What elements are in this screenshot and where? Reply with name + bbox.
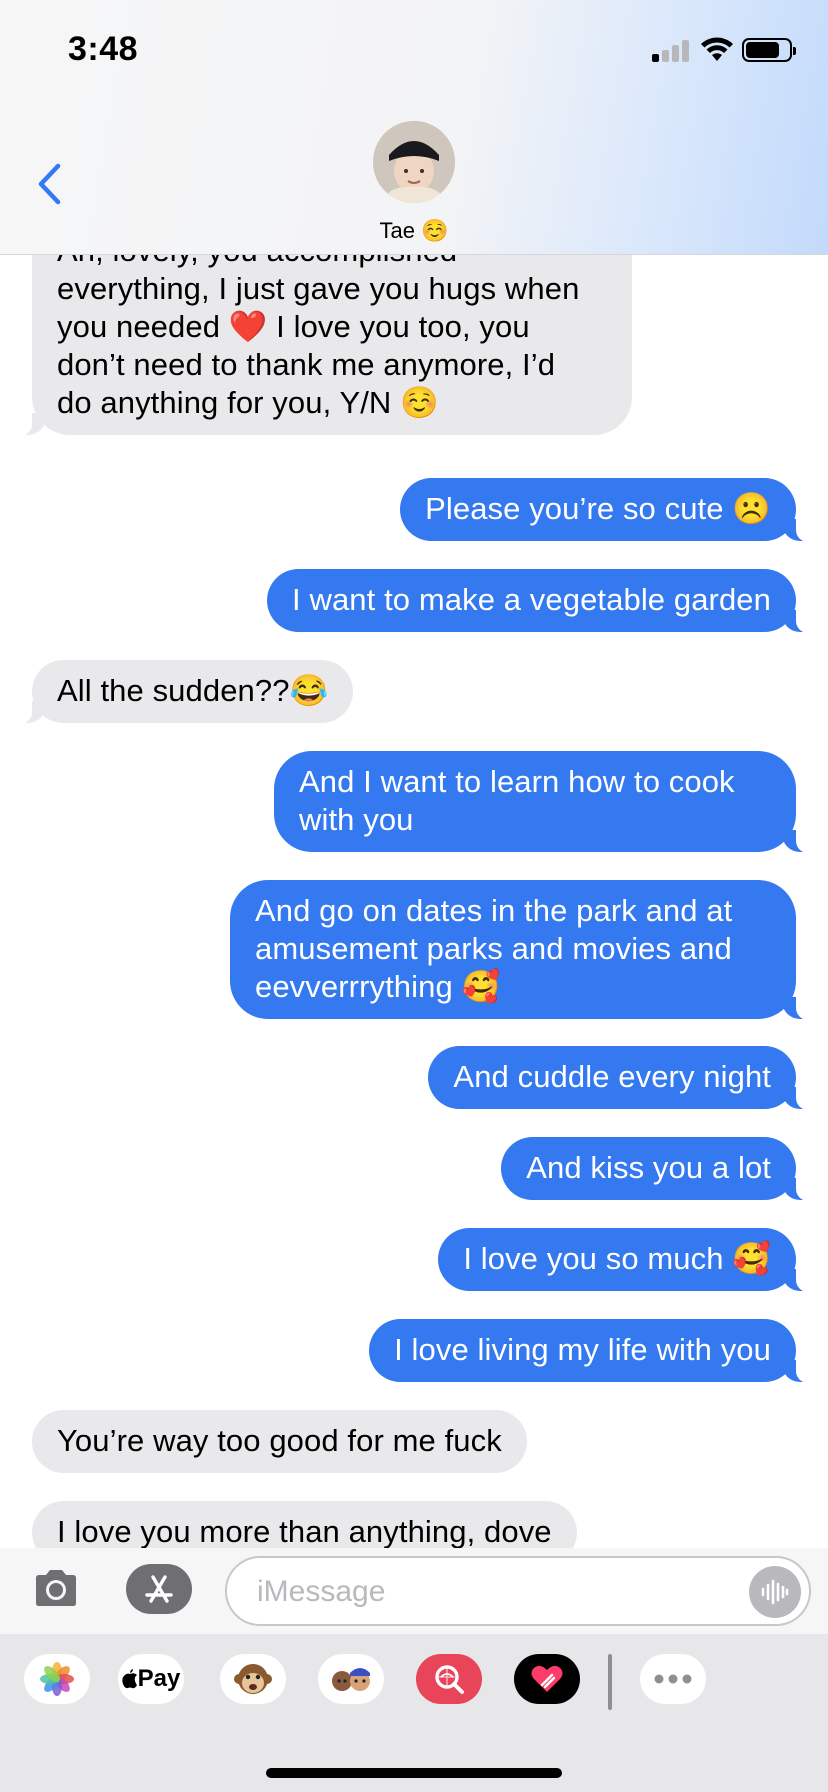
animoji-button[interactable] xyxy=(220,1654,286,1704)
compose-bar: iMessage xyxy=(0,1548,828,1634)
message-input-placeholder: iMessage xyxy=(257,1575,386,1608)
more-icon xyxy=(654,1674,692,1684)
app-store-button[interactable] xyxy=(126,1564,192,1614)
battery-icon xyxy=(742,38,796,62)
memoji-stickers-button[interactable] xyxy=(318,1654,384,1704)
message-text: Ah, lovely, you accomplished everything,… xyxy=(57,238,580,420)
message-bubble-incoming[interactable]: I love you more than anything, dove xyxy=(32,1501,577,1548)
apple-pay-button[interactable]: Pay xyxy=(118,1654,184,1704)
photos-app-button[interactable] xyxy=(24,1654,90,1704)
message-text: I love you more than anything, dove xyxy=(57,1514,552,1548)
message-bubble-outgoing[interactable]: And go on dates in the park and at amuse… xyxy=(230,880,818,1020)
conversation-header: 3:48 Tae ☺️ xyxy=(0,0,828,255)
app-store-icon xyxy=(145,1575,173,1603)
message-bubble-outgoing[interactable]: And kiss you a lot xyxy=(501,1137,818,1201)
camera-button[interactable] xyxy=(32,1568,80,1608)
apple-logo-icon xyxy=(121,1669,137,1689)
contact-name[interactable]: Tae ☺️ xyxy=(0,218,828,244)
image-search-button[interactable] xyxy=(416,1654,482,1704)
chevron-left-icon xyxy=(38,163,61,205)
message-bubble-outgoing[interactable]: And I want to learn how to cook with you xyxy=(274,751,818,853)
message-bubble-outgoing[interactable]: Please you’re so cute ☹️ xyxy=(400,478,818,542)
monkey-memoji-icon xyxy=(234,1664,272,1694)
message-bubble-incoming[interactable]: Ah, lovely, you accomplished everything,… xyxy=(10,238,632,436)
message-bubble-outgoing[interactable]: I love you so much 🥰 xyxy=(438,1228,818,1292)
message-text: Please you’re so cute ☹️ xyxy=(425,491,771,526)
message-text: And go on dates in the park and at amuse… xyxy=(255,893,733,1004)
message-bubble-incoming[interactable]: You’re way too good for me fuck xyxy=(32,1410,527,1473)
memoji-icon xyxy=(332,1668,370,1691)
message-text: I want to make a vegetable garden xyxy=(292,582,771,617)
digital-touch-icon xyxy=(531,1665,563,1692)
status-time: 3:48 xyxy=(68,30,139,68)
back-button[interactable] xyxy=(30,162,70,206)
message-text: And cuddle every night xyxy=(453,1059,771,1094)
message-text: And kiss you a lot xyxy=(526,1150,771,1185)
message-bubble-outgoing[interactable]: And cuddle every night xyxy=(428,1046,818,1110)
message-text: All the sudden??😂 xyxy=(57,673,329,708)
message-bubble-outgoing[interactable]: I want to make a vegetable garden xyxy=(267,569,818,633)
audio-message-button[interactable] xyxy=(749,1566,801,1618)
digital-touch-button[interactable] xyxy=(514,1654,580,1704)
home-indicator[interactable] xyxy=(266,1768,562,1778)
contact-avatar[interactable] xyxy=(373,121,455,203)
message-text: And I want to learn how to cook with you xyxy=(299,764,735,837)
message-thread[interactable]: Ah, lovely, you accomplished everything,… xyxy=(0,238,828,1548)
image-search-icon xyxy=(435,1665,464,1694)
message-text: I love you so much 🥰 xyxy=(463,1241,771,1276)
imessage-app-drawer: Pay xyxy=(0,1634,828,1792)
cellular-signal-icon xyxy=(652,38,692,62)
message-input[interactable]: iMessage xyxy=(225,1556,811,1626)
message-bubble-outgoing[interactable]: I love living my life with you xyxy=(369,1319,818,1383)
message-text: You’re way too good for me fuck xyxy=(57,1423,502,1458)
photos-icon xyxy=(40,1662,74,1696)
message-text: I love living my life with you xyxy=(394,1332,771,1367)
message-bubble-incoming[interactable]: All the sudden??😂 xyxy=(9,660,354,724)
camera-icon xyxy=(36,1570,76,1606)
apple-pay-label: Pay xyxy=(137,1665,181,1692)
waveform-icon xyxy=(761,1579,789,1605)
wifi-icon xyxy=(701,37,733,61)
more-apps-button[interactable] xyxy=(640,1654,706,1704)
app-strip-divider xyxy=(608,1654,612,1710)
